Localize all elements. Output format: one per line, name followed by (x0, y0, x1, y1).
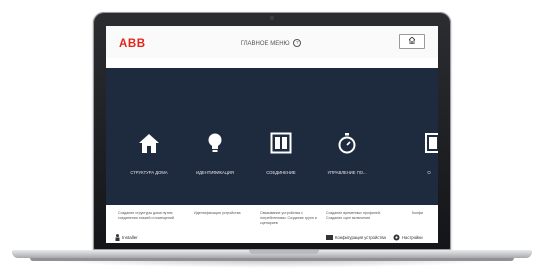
tile-label: УПРАВЛЕНИЕ ПО... (327, 170, 367, 175)
help-icon[interactable]: ? (293, 39, 302, 48)
abb-logo: ABB (119, 38, 146, 50)
bulb-icon (208, 133, 222, 152)
settings-label: Настройки (402, 235, 423, 240)
app-screen: ABB ГЛАВНОЕ МЕНЮ ? СТРУКТУРА ДОМА ИДЕНТИ… (106, 26, 438, 243)
user-icon (115, 234, 120, 242)
house-icon (139, 134, 159, 153)
settings-button[interactable]: Настройки (393, 233, 437, 242)
tile-time-control[interactable]: УПРАВЛЕНИЕ ПО... (314, 68, 380, 205)
tile-device-config[interactable]: О (396, 68, 438, 205)
home-icon (409, 37, 415, 44)
timer-icon (338, 133, 356, 154)
device-config-label: Конфигурация устройства (335, 235, 386, 240)
monitor-icon (326, 234, 333, 240)
tile-label: О (427, 170, 431, 175)
device-config-button[interactable]: Конфигурация устройства (326, 233, 396, 242)
page-title: ГЛАВНОЕ МЕНЮ ? (216, 39, 326, 49)
home-button[interactable] (399, 34, 425, 49)
tile-label: ИДЕНТИФИКАЦИЯ (196, 170, 234, 175)
tile-identification[interactable]: ИДЕНТИФИКАЦИЯ (182, 68, 248, 205)
page-title-text: ГЛАВНОЕ МЕНЮ (240, 41, 290, 47)
top-bar: ABB ГЛАВНОЕ МЕНЮ ? (106, 26, 438, 58)
laptop-base (12, 250, 532, 258)
user-indicator[interactable]: Installer (115, 233, 175, 242)
tile-label: СОЕДИНЕНИЕ (266, 170, 296, 175)
user-label: Installer (122, 235, 138, 240)
gear-icon (393, 234, 400, 241)
laptop-base-edge (30, 258, 514, 261)
main-menu-panel: СТРУКТУРА ДОМА ИДЕНТИФИКАЦИЯ СОЕДИНЕНИЕ (106, 68, 438, 205)
switch-panel-icon (270, 132, 292, 154)
laptop-notch (249, 250, 319, 254)
tile-connection[interactable]: СОЕДИНЕНИЕ (248, 68, 314, 205)
tile-label: СТРУКТУРА ДОМА (130, 170, 168, 175)
tile-house-structure[interactable]: СТРУКТУРА ДОМА (116, 68, 182, 205)
device-icon (425, 133, 438, 153)
laptop-lid: ABB ГЛАВНОЕ МЕНЮ ? СТРУКТУРА ДОМА ИДЕНТИ… (93, 12, 451, 250)
camera-dot (270, 16, 274, 20)
bottom-bar: Installer Конфигурация устройства Настро… (106, 232, 438, 243)
